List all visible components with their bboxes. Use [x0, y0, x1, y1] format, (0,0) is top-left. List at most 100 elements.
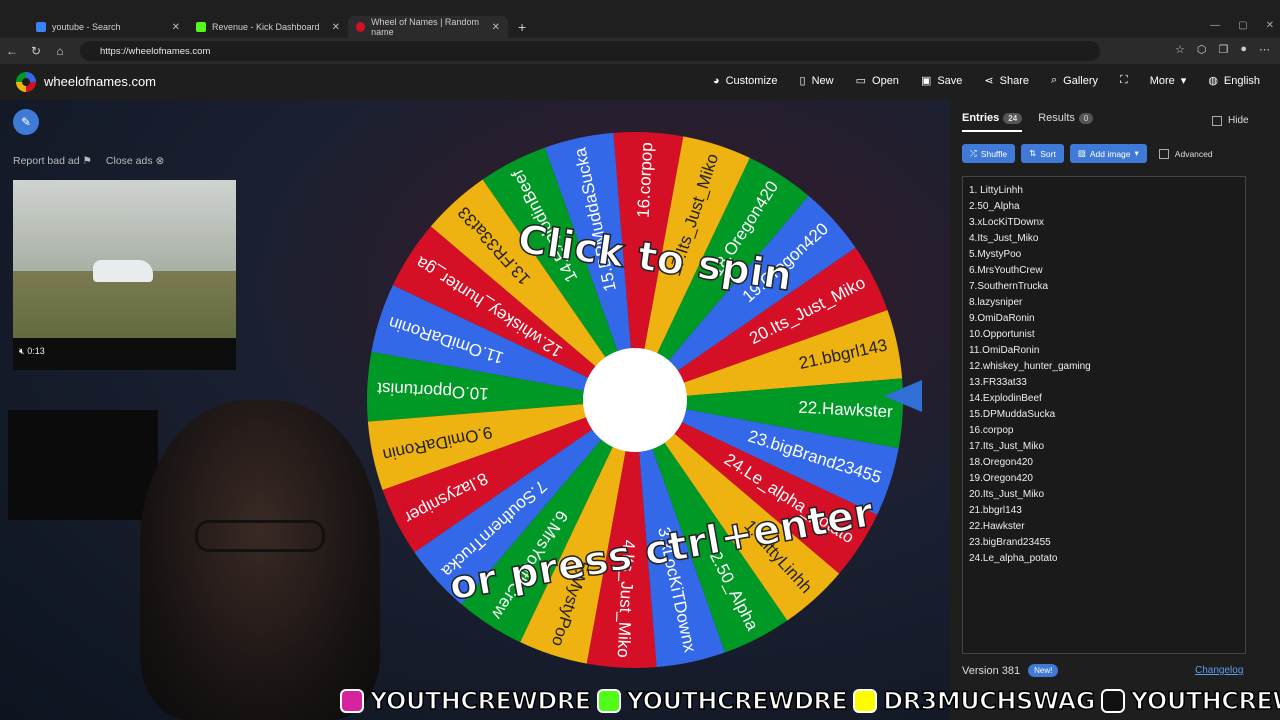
entries-textarea[interactable]: 1. LittyLinhh 2.50_Alpha 3.xLocKiTDownx 4.I… — [962, 176, 1246, 654]
menu-label: Share — [999, 74, 1029, 87]
screen: youtube - Search ✕ Revenue - Kick Dashbo… — [0, 0, 1280, 720]
menu-language[interactable]: ◍ English — [1208, 74, 1260, 88]
entry-line: 1. LittyLinhh — [969, 185, 1023, 196]
back-icon[interactable]: ← — [0, 44, 24, 58]
tab-entries[interactable]: Entries 24 — [962, 112, 1023, 132]
report-ad-link[interactable]: Report bad ad ⚑ — [13, 155, 92, 167]
shuffle-icon: ⤮ — [970, 148, 977, 158]
collections-icon[interactable]: ❐ — [1218, 43, 1228, 56]
social-handle: YOUTHCREWDRE — [369, 686, 592, 716]
search-icon — [36, 22, 46, 32]
menu-label: New — [811, 74, 834, 87]
close-icon[interactable]: ✕ — [492, 22, 500, 33]
chevron-down-icon: ▾ — [1134, 148, 1139, 158]
globe-icon: ◍ — [1208, 75, 1218, 87]
entry-line: 7.SouthernTrucka — [969, 281, 1049, 292]
new-tab-button[interactable]: + — [510, 16, 534, 38]
ad-timer: 0:13 — [27, 346, 45, 356]
sort-button[interactable]: ⇅ Sort — [1021, 144, 1064, 163]
search-icon: ⌕ — [1051, 74, 1058, 86]
menu-open[interactable]: ▭ Open — [856, 74, 899, 88]
browser-toolbar: ☆ ⬡ ❐ ● ⋯ — [1175, 43, 1270, 56]
sort-label: Sort — [1040, 148, 1056, 159]
streamer-webcam — [140, 400, 380, 720]
entry-line: 8.lazysniper — [969, 297, 1023, 308]
close-circle-icon: ⊗ — [155, 155, 165, 167]
close-icon[interactable]: ✕ — [332, 22, 340, 33]
flag-icon: ⚑ — [82, 155, 92, 167]
palette-icon: ◕ — [712, 74, 720, 87]
kick-icon — [196, 22, 206, 32]
logo-icon[interactable] — [16, 72, 36, 92]
changelog-link[interactable]: Changelog — [1195, 665, 1243, 676]
video-ad[interactable]: 🔇︎ 0:13 — [13, 180, 236, 370]
social-handle: YOUTHCREWDRE — [1130, 686, 1280, 716]
tab-results-label: Results — [1038, 112, 1075, 124]
menu-save[interactable]: ▣ Save — [920, 74, 963, 88]
menu-label: Customize — [725, 74, 778, 87]
entry-line: 19.Oregon420 — [969, 473, 1033, 484]
home-icon[interactable]: ⌂ — [48, 44, 72, 58]
menu-new[interactable]: ▯ New — [800, 74, 834, 88]
advanced-label: Advanced — [1174, 148, 1213, 159]
site-menu: ◕ Customize ▯ New ▭ Open ▣ Save ⋖ Share ⌕ Gall… — [713, 74, 1260, 87]
menu-label: More — [1149, 74, 1175, 87]
menu-label: Save — [937, 74, 963, 87]
reload-icon[interactable]: ↻ — [24, 44, 48, 58]
tab-results[interactable]: Results 0 — [1038, 112, 1094, 132]
entry-line: 13.FR33at33 — [969, 377, 1027, 388]
menu-fullscreen[interactable]: ⛶ — [1120, 74, 1128, 87]
menu-share[interactable]: ⋖ Share — [984, 74, 1029, 88]
menu-gallery[interactable]: ⌕ Gallery — [1051, 74, 1098, 87]
ad-car-image — [93, 260, 153, 282]
entries-toolbar: ⤮ Shuffle ⇅ Sort ▨ Add image ▾ Advanced — [962, 144, 1213, 163]
mute-icon[interactable]: 🔇︎ — [19, 346, 25, 356]
wheel-favicon-icon — [356, 22, 366, 32]
window-controls: — ▢ ✕ — [1210, 20, 1274, 31]
add-image-button[interactable]: ▨ Add image ▾ — [1069, 144, 1147, 163]
results-count-badge: 0 — [1078, 113, 1094, 124]
browser-tab[interactable]: Revenue - Kick Dashboard ✕ — [188, 16, 348, 38]
favorite-icon[interactable]: ☆ — [1175, 43, 1185, 56]
browser-tab-active[interactable]: Wheel of Names | Random name ✕ — [348, 16, 508, 38]
kick-icon — [596, 689, 621, 713]
maximize-icon[interactable]: ▢ — [1238, 20, 1247, 31]
hide-toggle[interactable]: Hide — [1212, 115, 1249, 126]
close-window-icon[interactable]: ✕ — [1266, 20, 1274, 31]
save-icon: ▣ — [920, 75, 932, 87]
entry-line: 16.corpop — [969, 425, 1014, 436]
entry-line: 14.ExplodinBeef — [969, 393, 1042, 404]
entry-line: 4.Its_Just_Miko — [969, 233, 1039, 244]
menu-label: English — [1223, 74, 1260, 87]
version-label: Version 381 — [962, 664, 1021, 677]
browser-tab[interactable]: youtube - Search ✕ — [28, 16, 188, 38]
menu-icon[interactable]: ⋯ — [1259, 43, 1270, 56]
site-name[interactable]: wheelofnames.com — [44, 74, 156, 89]
stream-social-banner: YOUTHCREWDRE YOUTHCREWDRE DR3MUCHSWAG YOUTH… — [340, 684, 1280, 718]
spin-wheel[interactable]: 21.bbgrl14320.Its_Just_Miko19.Oregon4201… — [360, 125, 910, 675]
extensions-icon[interactable]: ⬡ — [1197, 43, 1207, 56]
entry-line: 20.Its_Just_Miko — [969, 489, 1045, 500]
shuffle-button[interactable]: ⤮ Shuffle — [962, 144, 1016, 163]
wheel-hub[interactable] — [583, 348, 687, 452]
menu-customize[interactable]: ◕ Customize — [713, 74, 778, 87]
entry-line: 22.Hawkster — [969, 521, 1025, 532]
ad-controls: 🔇︎ 0:13 — [13, 338, 236, 370]
instagram-icon — [340, 689, 364, 713]
tab-title: Wheel of Names | Random name — [371, 17, 479, 37]
entries-count-badge: 24 — [1003, 113, 1023, 124]
menu-more[interactable]: More ▾ — [1149, 74, 1187, 88]
url-field[interactable]: https://wheelofnames.com — [80, 41, 1100, 61]
profile-icon[interactable]: ● — [1240, 43, 1247, 56]
hide-checkbox[interactable] — [1212, 115, 1222, 126]
entry-line: 5.MystyPoo — [969, 249, 1022, 260]
advanced-toggle[interactable]: Advanced — [1158, 148, 1213, 159]
advanced-checkbox[interactable] — [1158, 148, 1169, 159]
edit-pencil-button[interactable]: ✎ — [13, 109, 39, 135]
minimize-icon[interactable]: — — [1210, 20, 1220, 31]
close-ads-link[interactable]: Close ads ⊗ — [106, 155, 164, 167]
close-icon[interactable]: ✕ — [172, 22, 180, 33]
entry-line: 10.Opportunist — [969, 329, 1035, 340]
entry-line: 24.Le_alpha_potato — [969, 553, 1058, 564]
chevron-down-icon: ▾ — [1180, 75, 1187, 87]
